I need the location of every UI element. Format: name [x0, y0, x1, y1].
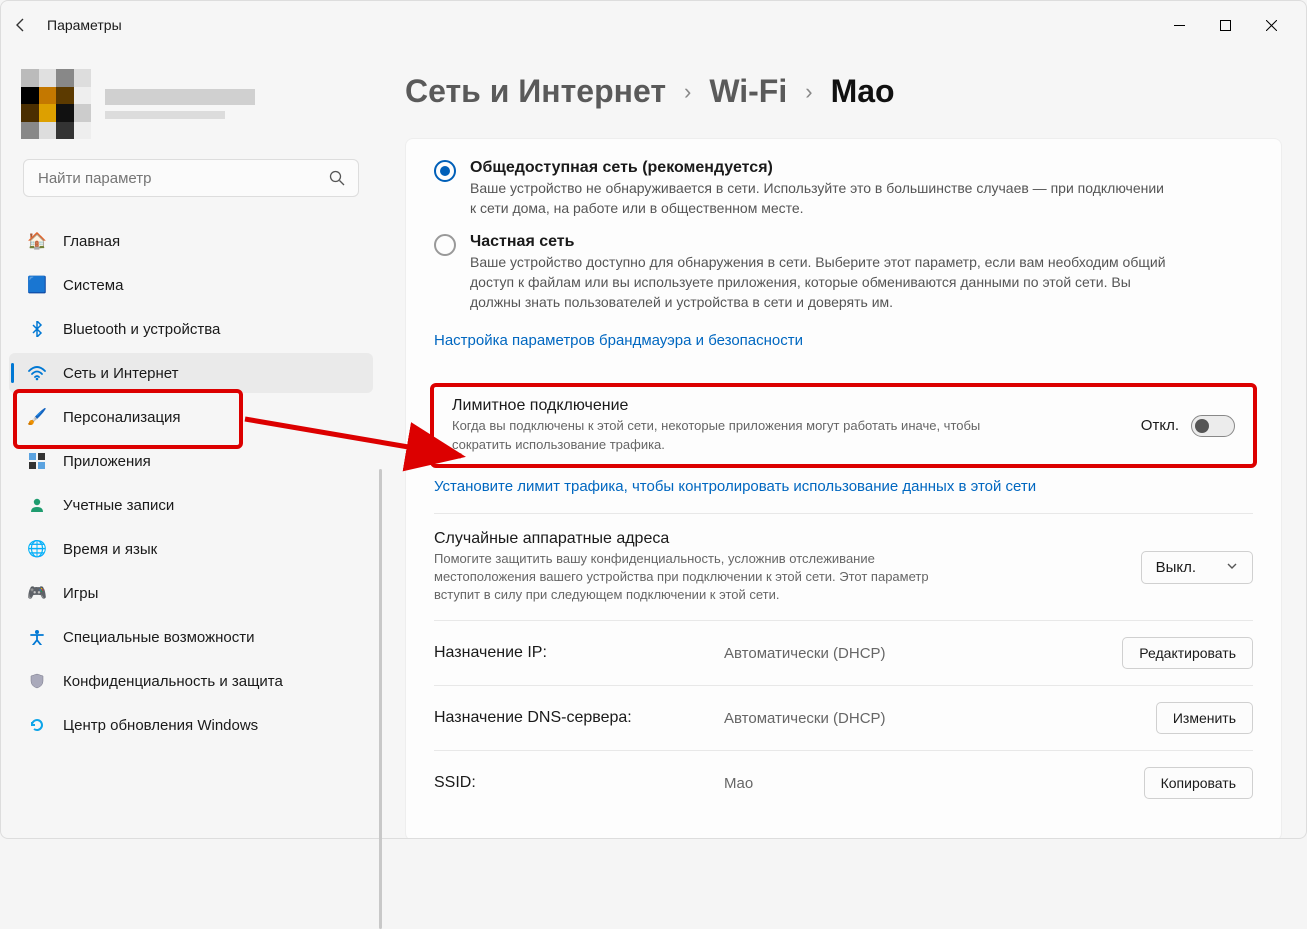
sidebar-item-accessibility[interactable]: Специальные возможности: [9, 617, 373, 657]
shield-icon: [27, 671, 47, 691]
dns-label: Назначение DNS-сервера:: [434, 709, 704, 727]
sidebar-item-update[interactable]: Центр обновления Windows: [9, 705, 373, 745]
sidebar-item-home[interactable]: 🏠 Главная: [9, 221, 373, 261]
sidebar-item-label: Главная: [63, 233, 120, 250]
window-controls: [1156, 9, 1294, 41]
breadcrumb-current: Mao: [831, 73, 895, 110]
metered-connection-block: Лимитное подключение Когда вы подключены…: [434, 387, 1253, 463]
main-panel: Сеть и Интернет › Wi-Fi › Mao Общедоступ…: [381, 49, 1306, 838]
sidebar: 🏠 Главная 🟦 Система Bluetooth и устройст…: [1, 49, 381, 838]
random-mac-row: Случайные аппаратные адреса Помогите защ…: [434, 513, 1253, 621]
app-title: Параметры: [47, 17, 122, 33]
dropdown-value: Выкл.: [1156, 559, 1196, 576]
minimize-button[interactable]: [1156, 9, 1202, 41]
person-icon: [27, 495, 47, 515]
sidebar-item-label: Время и язык: [63, 541, 157, 558]
metered-toggle[interactable]: [1191, 415, 1235, 437]
sidebar-item-label: Сеть и Интернет: [63, 365, 179, 382]
sidebar-item-label: Специальные возможности: [63, 629, 255, 646]
radio-private[interactable]: [434, 234, 456, 256]
sidebar-item-apps[interactable]: Приложения: [9, 441, 373, 481]
update-icon: [27, 715, 47, 735]
search-input[interactable]: [23, 159, 359, 197]
avatar: [21, 69, 91, 139]
search-icon: [329, 170, 345, 189]
random-mac-title: Случайные аппаратные адреса: [434, 530, 1121, 548]
random-mac-desc: Помогите защитить вашу конфиденциальност…: [434, 550, 974, 605]
radio-public[interactable]: [434, 160, 456, 182]
sidebar-item-gaming[interactable]: 🎮 Игры: [9, 573, 373, 613]
sidebar-item-label: Система: [63, 277, 123, 294]
dns-edit-button[interactable]: Изменить: [1156, 702, 1253, 734]
dns-value: Автоматически (DHCP): [724, 710, 1136, 727]
sidebar-item-label: Центр обновления Windows: [63, 717, 258, 734]
settings-card: Общедоступная сеть (рекомендуется) Ваше …: [405, 138, 1282, 838]
sidebar-item-label: Персонализация: [63, 409, 181, 426]
breadcrumb: Сеть и Интернет › Wi-Fi › Mao: [405, 73, 1282, 110]
ip-value: Автоматически (DHCP): [724, 645, 1102, 662]
bluetooth-icon: [27, 319, 47, 339]
sidebar-item-network[interactable]: Сеть и Интернет: [9, 353, 373, 393]
titlebar: Параметры: [1, 1, 1306, 49]
ip-edit-button[interactable]: Редактировать: [1122, 637, 1253, 669]
wifi-icon: [27, 363, 47, 383]
sidebar-item-label: Учетные записи: [63, 497, 174, 514]
gamepad-icon: 🎮: [27, 583, 47, 603]
chevron-right-icon: ›: [805, 79, 812, 105]
sidebar-item-label: Игры: [63, 585, 98, 602]
scrollbar[interactable]: [379, 469, 382, 929]
sidebar-item-time-language[interactable]: 🌐 Время и язык: [9, 529, 373, 569]
ssid-copy-button[interactable]: Копировать: [1144, 767, 1253, 799]
sidebar-item-privacy[interactable]: Конфиденциальность и защита: [9, 661, 373, 701]
data-limit-link[interactable]: Установите лимит трафика, чтобы контроли…: [434, 478, 1036, 495]
breadcrumb-level1[interactable]: Сеть и Интернет: [405, 73, 666, 110]
maximize-button[interactable]: [1202, 9, 1248, 41]
home-icon: 🏠: [27, 231, 47, 251]
radio-public-title: Общедоступная сеть (рекомендуется): [470, 159, 1253, 177]
radio-public-desc: Ваше устройство не обнаруживается в сети…: [470, 178, 1170, 219]
brush-icon: 🖌️: [27, 407, 47, 427]
titlebar-left: Параметры: [13, 17, 122, 33]
metered-desc: Когда вы подключены к этой сети, некотор…: [452, 417, 1032, 453]
user-text: [105, 89, 255, 119]
user-block[interactable]: [21, 69, 361, 139]
sidebar-item-personalization[interactable]: 🖌️ Персонализация: [9, 397, 373, 437]
sidebar-item-accounts[interactable]: Учетные записи: [9, 485, 373, 525]
metered-toggle-wrap: Откл.: [1141, 415, 1235, 437]
settings-window: Параметры: [0, 0, 1307, 839]
sidebar-item-label: Конфиденциальность и защита: [63, 673, 283, 690]
radio-public-row: Общедоступная сеть (рекомендуется) Ваше …: [434, 159, 1253, 219]
dns-assignment-row: Назначение DNS-сервера: Автоматически (D…: [434, 685, 1253, 750]
accessibility-icon: [27, 627, 47, 647]
random-mac-dropdown[interactable]: Выкл.: [1141, 551, 1253, 584]
ssid-value: Mao: [724, 775, 1124, 792]
content-area: 🏠 Главная 🟦 Система Bluetooth и устройст…: [1, 49, 1306, 838]
back-button[interactable]: [13, 17, 29, 33]
network-profile-group: Общедоступная сеть (рекомендуется) Ваше …: [434, 159, 1253, 312]
apps-icon: [27, 451, 47, 471]
ip-assignment-row: Назначение IP: Автоматически (DHCP) Реда…: [434, 620, 1253, 685]
sidebar-item-system[interactable]: 🟦 Система: [9, 265, 373, 305]
firewall-settings-link[interactable]: Настройка параметров брандмауэра и безоп…: [434, 332, 803, 349]
ssid-label: SSID:: [434, 774, 704, 792]
search-wrap: [23, 159, 359, 197]
chevron-down-icon: [1226, 559, 1238, 576]
ssid-row: SSID: Mao Копировать: [434, 750, 1253, 815]
sidebar-item-label: Приложения: [63, 453, 151, 470]
sidebar-item-label: Bluetooth и устройства: [63, 321, 220, 338]
nav-list: 🏠 Главная 🟦 Система Bluetooth и устройст…: [1, 221, 381, 745]
ip-label: Назначение IP:: [434, 644, 704, 662]
radio-private-desc: Ваше устройство доступно для обнаружения…: [470, 252, 1170, 313]
sidebar-item-bluetooth[interactable]: Bluetooth и устройства: [9, 309, 373, 349]
radio-private-title: Частная сеть: [470, 233, 1253, 251]
metered-toggle-label: Откл.: [1141, 417, 1179, 434]
globe-icon: 🌐: [27, 539, 47, 559]
close-button[interactable]: [1248, 9, 1294, 41]
system-icon: 🟦: [27, 275, 47, 295]
radio-private-row: Частная сеть Ваше устройство доступно дл…: [434, 233, 1253, 313]
breadcrumb-level2[interactable]: Wi-Fi: [709, 73, 787, 110]
metered-title: Лимитное подключение: [452, 397, 1121, 415]
chevron-right-icon: ›: [684, 79, 691, 105]
